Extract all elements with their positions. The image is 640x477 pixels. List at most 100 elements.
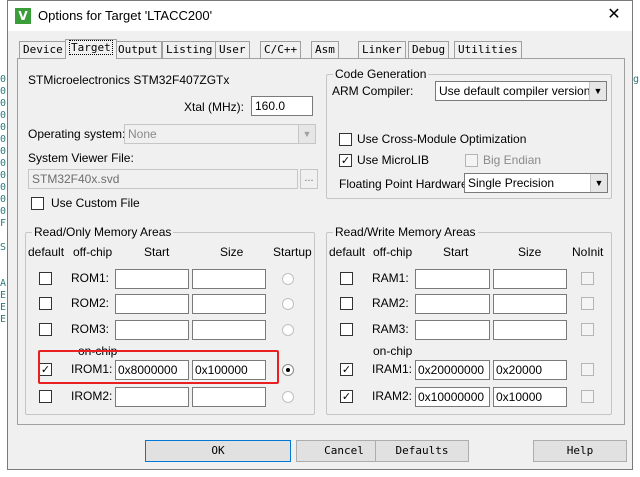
rom3-startup-radio[interactable] <box>282 324 294 336</box>
ram2-default-checkbox[interactable] <box>340 297 353 310</box>
irom2-startup-radio[interactable] <box>282 391 294 403</box>
rom3-start-input[interactable] <box>115 320 189 340</box>
ram3-noinit-checkbox[interactable] <box>581 323 594 336</box>
background-char: S <box>0 242 7 253</box>
irom1-startup-radio[interactable] <box>282 364 294 376</box>
tab-output[interactable]: Output <box>114 41 162 58</box>
background-editor-left: 000000000000FSAEEE <box>0 74 6 326</box>
xtal-input[interactable]: 160.0 <box>251 96 313 116</box>
tab-debug[interactable]: Debug <box>408 41 450 58</box>
tab-cpp[interactable]: C/C++ <box>260 41 302 58</box>
ram-group: Read/Write Memory Areas default off-chip… <box>326 225 612 415</box>
microlib-checkbox[interactable]: ✓ <box>339 154 352 167</box>
rom2-default-checkbox[interactable] <box>39 297 52 310</box>
use-custom-file-checkbox[interactable] <box>31 197 44 210</box>
options-dialog: V Options for Target 'LTACC200' ✕ Device… <box>7 0 633 470</box>
ram1-noinit-checkbox[interactable] <box>581 272 594 285</box>
code-generation-group: Code Generation ARM Compiler: Use defaul… <box>326 67 612 199</box>
irom2-start-input[interactable] <box>115 387 189 407</box>
tab-target[interactable]: Target <box>65 39 117 59</box>
svf-browse-button[interactable]: ... <box>300 169 318 189</box>
device-name: STMicroelectronics STM32F407ZGTx <box>28 73 230 87</box>
arm-compiler-label: ARM Compiler: <box>332 84 414 98</box>
background-char: E <box>0 290 7 301</box>
background-char: 0 <box>0 110 7 121</box>
background-char <box>0 266 6 278</box>
iram2-size-input[interactable]: 0x10000 <box>493 387 567 407</box>
iram1-default-checkbox[interactable]: ✓ <box>340 363 353 376</box>
chevron-down-icon: ▼ <box>589 82 606 100</box>
tab-utilities[interactable]: Utilities <box>454 41 522 58</box>
background-char: 0 <box>0 86 7 97</box>
ram-header-default: default <box>329 245 366 259</box>
rom3-default-checkbox[interactable] <box>39 323 52 336</box>
tab-linker[interactable]: Linker <box>358 41 406 58</box>
ram2-noinit-checkbox[interactable] <box>581 297 594 310</box>
background-char <box>0 254 6 266</box>
ram3-size-input[interactable] <box>493 320 567 340</box>
window-title: Options for Target 'LTACC200' <box>38 8 213 23</box>
rom1-size-input[interactable] <box>192 269 266 289</box>
rom3-size-input[interactable] <box>192 320 266 340</box>
iram1-noinit-checkbox[interactable] <box>581 363 594 376</box>
os-select[interactable]: None ▼ <box>124 124 316 144</box>
tab-listing[interactable]: Listing <box>162 41 217 58</box>
background-char: 0 <box>0 146 7 157</box>
svf-input[interactable]: STM32F40x.svd <box>28 169 298 189</box>
tab-user[interactable]: User <box>215 41 250 58</box>
iram1-label: IRAM1: <box>372 362 413 376</box>
irom2-label: IROM2: <box>71 389 113 403</box>
background-char: A <box>0 278 7 289</box>
ram3-start-input[interactable] <box>415 320 490 340</box>
ram1-size-input[interactable] <box>493 269 567 289</box>
tab-device[interactable]: Device <box>19 41 67 58</box>
rom2-size-input[interactable] <box>192 294 266 314</box>
rom1-label: ROM1: <box>71 271 110 285</box>
irom2-size-input[interactable] <box>192 387 266 407</box>
iram2-default-checkbox[interactable]: ✓ <box>340 390 353 403</box>
ok-button[interactable]: OK <box>145 440 291 462</box>
defaults-button[interactable]: Defaults <box>375 440 469 462</box>
close-button[interactable]: ✕ <box>602 4 626 26</box>
big-endian-checkbox[interactable] <box>465 154 478 167</box>
rom2-startup-radio[interactable] <box>282 298 294 310</box>
rom1-default-checkbox[interactable] <box>39 272 52 285</box>
help-button[interactable]: Help <box>533 440 627 462</box>
code-generation-title: Code Generation <box>333 67 429 81</box>
ram1-label: RAM1: <box>372 271 409 285</box>
ram-header-offchip: off-chip <box>373 245 413 259</box>
background-char: 0 <box>0 206 7 217</box>
iram2-noinit-checkbox[interactable] <box>581 390 594 403</box>
ram2-size-input[interactable] <box>493 294 567 314</box>
ram-header-noinit: NoInit <box>572 245 604 259</box>
background-char <box>0 230 6 242</box>
arm-compiler-select[interactable]: Use default compiler version 5 ▼ <box>435 81 607 101</box>
rom1-startup-radio[interactable] <box>282 273 294 285</box>
background-char: 0 <box>0 182 7 193</box>
target-tab-panel: STMicroelectronics STM32F407ZGTx Xtal (M… <box>17 58 625 425</box>
irom1-highlight <box>38 350 279 384</box>
rom-header-start: Start <box>144 245 170 259</box>
rom-group: Read/Only Memory Areas default off-chip … <box>25 225 315 415</box>
ram3-default-checkbox[interactable] <box>340 323 353 336</box>
ram-onchip-label: on-chip <box>373 344 413 358</box>
fph-select[interactable]: Single Precision ▼ <box>464 173 608 193</box>
ram2-start-input[interactable] <box>415 294 490 314</box>
rom-header-default: default <box>28 245 65 259</box>
background-char: 0 <box>0 158 7 169</box>
microlib-label: Use MicroLIB <box>357 153 430 167</box>
cross-module-checkbox[interactable] <box>339 133 352 146</box>
rom2-start-input[interactable] <box>115 294 189 314</box>
ram1-start-input[interactable] <box>415 269 490 289</box>
iram1-start-input[interactable]: 0x20000000 <box>415 360 490 380</box>
os-label: Operating system: <box>28 127 126 141</box>
chevron-down-icon: ▼ <box>298 125 315 143</box>
tab-asm[interactable]: Asm <box>311 41 339 58</box>
iram2-start-input[interactable]: 0x10000000 <box>415 387 490 407</box>
ram1-default-checkbox[interactable] <box>340 272 353 285</box>
ram3-label: RAM3: <box>372 322 409 336</box>
irom2-default-checkbox[interactable] <box>39 390 52 403</box>
iram1-size-input[interactable]: 0x20000 <box>493 360 567 380</box>
rom1-start-input[interactable] <box>115 269 189 289</box>
background-char: F <box>0 218 7 229</box>
